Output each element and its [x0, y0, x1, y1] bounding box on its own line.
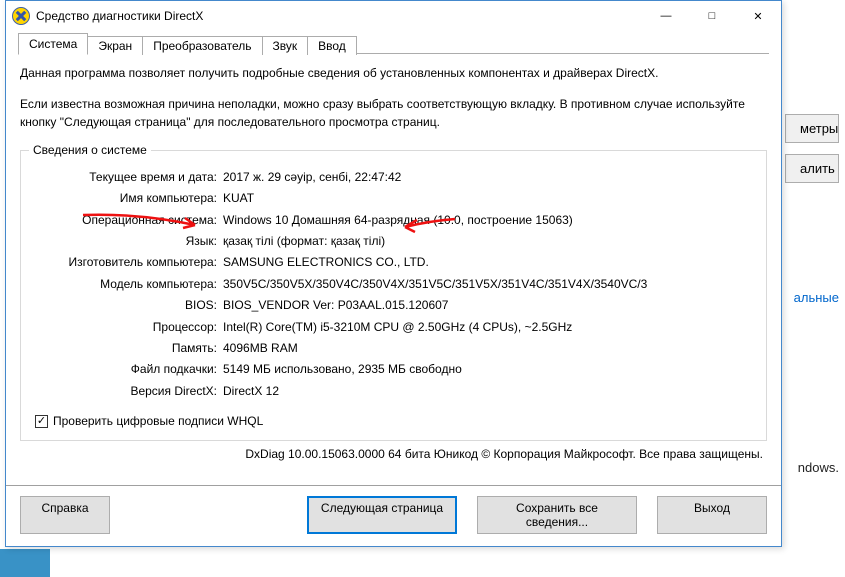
- minimize-button[interactable]: —: [643, 1, 689, 31]
- row-dxver: Версия DirectX: DirectX 12: [35, 383, 752, 400]
- label-bios: BIOS:: [35, 297, 223, 314]
- row-hostname: Имя компьютера: KUAT: [35, 190, 752, 207]
- row-datetime: Текущее время и дата: 2017 ж. 29 сәуір, …: [35, 169, 752, 186]
- bg-windows-text: ndows.: [798, 460, 839, 475]
- window-controls: — □ ✕: [643, 1, 781, 31]
- tab-input[interactable]: Ввод: [307, 36, 357, 55]
- bg-delete-button[interactable]: алить: [785, 154, 839, 183]
- value-bios: BIOS_VENDOR Ver: P03AAL.015.120607: [223, 297, 752, 314]
- label-swap: Файл подкачки:: [35, 361, 223, 378]
- description-2: Если известна возможная причина неполадк…: [20, 95, 767, 132]
- tab-sound[interactable]: Звук: [262, 36, 309, 55]
- description-1: Данная программа позволяет получить подр…: [20, 64, 767, 83]
- label-mem: Память:: [35, 340, 223, 357]
- value-cpu: Intel(R) Core(TM) i5-3210M CPU @ 2.50GHz…: [223, 319, 752, 336]
- dxdiag-window: Средство диагностики DirectX — □ ✕ Систе…: [5, 0, 782, 547]
- dxdiag-icon: [12, 7, 30, 25]
- label-datetime: Текущее время и дата:: [35, 169, 223, 186]
- label-os: Операционная система:: [35, 212, 223, 229]
- dialog-body: Данная программа позволяет получить подр…: [6, 54, 781, 477]
- value-hostname: KUAT: [223, 190, 752, 207]
- row-bios: BIOS: BIOS_VENDOR Ver: P03AAL.015.120607: [35, 297, 752, 314]
- group-title: Сведения о системе: [29, 143, 151, 157]
- label-maker: Изготовитель компьютера:: [35, 254, 223, 271]
- label-lang: Язык:: [35, 233, 223, 250]
- label-model: Модель компьютера:: [35, 276, 223, 293]
- help-button[interactable]: Справка: [20, 496, 110, 534]
- value-dxver: DirectX 12: [223, 383, 752, 400]
- whql-checkbox[interactable]: ✓: [35, 415, 48, 428]
- value-lang: қазақ тілі (формат: қазақ тілі): [223, 233, 752, 250]
- whql-label: Проверить цифровые подписи WHQL: [53, 414, 263, 428]
- value-os: Windows 10 Домашняя 64-разрядная (10.0, …: [223, 212, 752, 229]
- maximize-button[interactable]: □: [689, 1, 735, 31]
- value-maker: SAMSUNG ELECTRONICS CO., LTD.: [223, 254, 752, 271]
- bg-blue-stripe: [0, 549, 50, 577]
- row-os: Операционная система: Windows 10 Домашня…: [35, 212, 752, 229]
- whql-row: ✓ Проверить цифровые подписи WHQL: [35, 414, 752, 428]
- titlebar: Средство диагностики DirectX — □ ✕: [6, 1, 781, 31]
- value-model: 350V5C/350V5X/350V4C/350V4X/351V5C/351V5…: [223, 276, 752, 293]
- save-all-button[interactable]: Сохранить все сведения...: [477, 496, 637, 534]
- tab-render[interactable]: Преобразователь: [142, 36, 262, 55]
- copyright-footer: DxDiag 10.00.15063.0000 64 бита Юникод ©…: [20, 447, 767, 461]
- system-info-group: Сведения о системе Текущее время и дата:…: [20, 150, 767, 441]
- bg-link-text[interactable]: альные: [794, 290, 839, 305]
- row-lang: Язык: қазақ тілі (формат: қазақ тілі): [35, 233, 752, 250]
- close-button[interactable]: ✕: [735, 1, 781, 31]
- label-cpu: Процессор:: [35, 319, 223, 336]
- tab-system[interactable]: Система: [18, 33, 88, 55]
- value-datetime: 2017 ж. 29 сәуір, сенбі, 22:47:42: [223, 169, 752, 186]
- row-cpu: Процессор: Intel(R) Core(TM) i5-3210M CP…: [35, 319, 752, 336]
- next-page-button[interactable]: Следующая страница: [307, 496, 457, 534]
- spacer: [130, 496, 287, 534]
- row-model: Модель компьютера: 350V5C/350V5X/350V4C/…: [35, 276, 752, 293]
- tab-bar: Система Экран Преобразователь Звук Ввод: [6, 31, 781, 54]
- window-title: Средство диагностики DirectX: [36, 9, 203, 23]
- row-swap: Файл подкачки: 5149 МБ использовано, 293…: [35, 361, 752, 378]
- separator: [6, 485, 781, 486]
- bg-params-button[interactable]: метры: [785, 114, 839, 143]
- value-swap: 5149 МБ использовано, 2935 МБ свободно: [223, 361, 752, 378]
- label-dxver: Версия DirectX:: [35, 383, 223, 400]
- label-hostname: Имя компьютера:: [35, 190, 223, 207]
- button-row: Справка Следующая страница Сохранить все…: [6, 496, 781, 546]
- row-mem: Память: 4096MB RAM: [35, 340, 752, 357]
- exit-button[interactable]: Выход: [657, 496, 767, 534]
- row-maker: Изготовитель компьютера: SAMSUNG ELECTRO…: [35, 254, 752, 271]
- value-mem: 4096MB RAM: [223, 340, 752, 357]
- tab-display[interactable]: Экран: [87, 36, 143, 55]
